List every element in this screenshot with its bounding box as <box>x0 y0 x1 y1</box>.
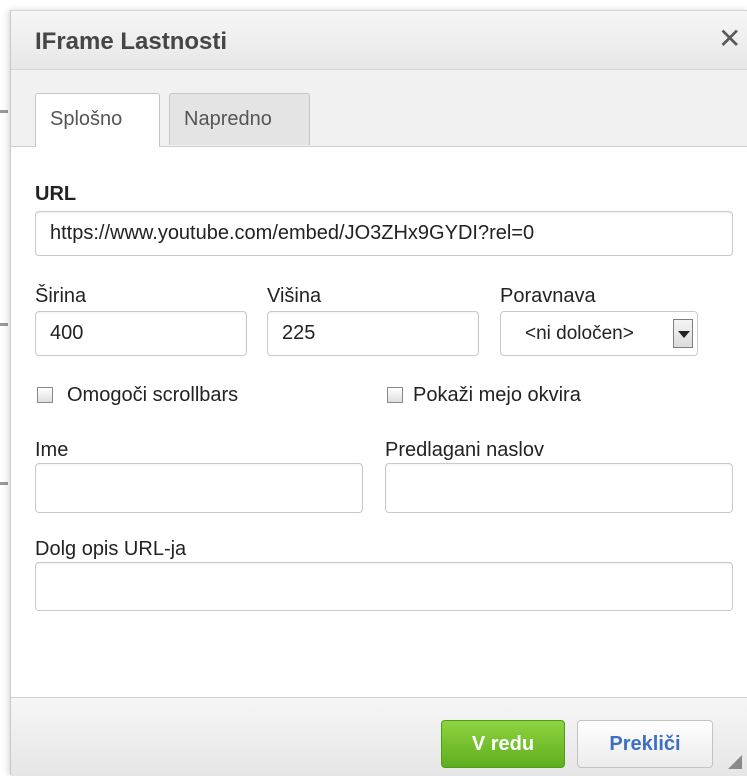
backdrop-mark <box>0 323 8 326</box>
chevron-down-icon[interactable] <box>673 319 693 348</box>
long-desc-label: Dolg opis URL-ja <box>35 538 187 560</box>
frame-border-label[interactable]: Pokaži mejo okvira <box>413 384 581 407</box>
resize-grip-icon[interactable] <box>728 755 742 769</box>
align-select[interactable]: <ni določen> <box>500 311 698 356</box>
tab-general[interactable]: Splošno <box>35 93 160 147</box>
dialog-title: IFrame Lastnosti <box>35 28 228 55</box>
align-label: Poravnava <box>500 285 596 307</box>
width-label: Širina <box>35 285 87 307</box>
scrollbars-label[interactable]: Omogoči scrollbars <box>67 384 238 407</box>
advisory-title-input[interactable] <box>385 463 733 513</box>
height-label: Višina <box>267 285 322 307</box>
backdrop-mark <box>0 482 8 485</box>
ok-button[interactable]: V redu <box>441 720 565 768</box>
align-selected-value: <ni določen> <box>525 323 634 344</box>
height-input[interactable]: 225 <box>267 311 479 356</box>
name-label: Ime <box>35 439 69 461</box>
tab-bar: Splošno Napredno <box>11 70 747 147</box>
backdrop-mark <box>0 110 8 113</box>
cancel-button[interactable]: Prekliči <box>577 720 713 768</box>
close-icon[interactable]: ✕ <box>718 25 741 53</box>
url-input[interactable]: https://www.youtube.com/embed/JO3ZHx9GYD… <box>35 211 733 256</box>
iframe-properties-dialog: IFrame Lastnosti ✕ Splošno Napredno URL … <box>10 10 747 776</box>
frame-border-checkbox[interactable] <box>387 387 403 403</box>
name-input[interactable] <box>35 463 363 513</box>
url-label: URL <box>35 183 77 205</box>
long-desc-input[interactable] <box>35 562 733 611</box>
width-input[interactable]: 400 <box>35 311 247 356</box>
dialog-titlebar[interactable]: IFrame Lastnosti ✕ <box>11 11 747 70</box>
tab-advanced[interactable]: Napredno <box>169 93 310 145</box>
dialog-footer: V redu Prekliči <box>11 697 747 776</box>
scrollbars-checkbox[interactable] <box>37 387 53 403</box>
advisory-title-label: Predlagani naslov <box>385 439 544 461</box>
